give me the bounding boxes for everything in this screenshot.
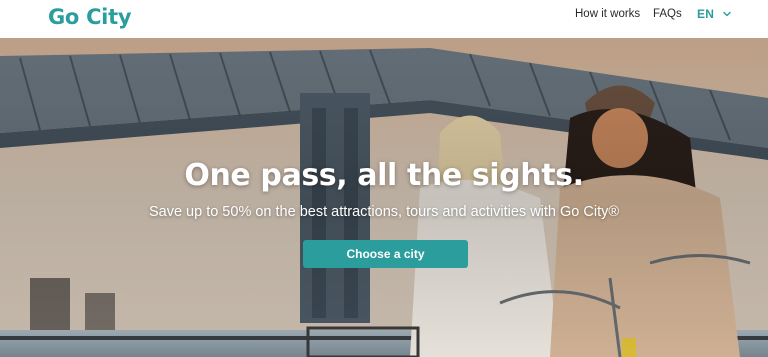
logo-text: Go City <box>48 5 132 29</box>
nav-link-faqs[interactable]: FAQs <box>653 8 682 20</box>
hero-overlay <box>0 38 768 357</box>
language-label: EN <box>697 7 715 21</box>
language-selector[interactable]: EN <box>697 7 732 21</box>
hero-banner: One pass, all the sights. Save up to 50%… <box>0 38 768 357</box>
go-city-logo[interactable]: Go City <box>48 4 132 30</box>
site-header: Go City How it works FAQs EN <box>0 0 768 38</box>
choose-city-button[interactable]: Choose a city <box>303 240 468 268</box>
hero-headline: One pass, all the sights. <box>184 158 584 193</box>
nav-link-how-it-works[interactable]: How it works <box>575 8 640 20</box>
hero-subheadline: Save up to 50% on the best attractions, … <box>148 204 620 220</box>
chevron-down-icon <box>723 11 731 17</box>
